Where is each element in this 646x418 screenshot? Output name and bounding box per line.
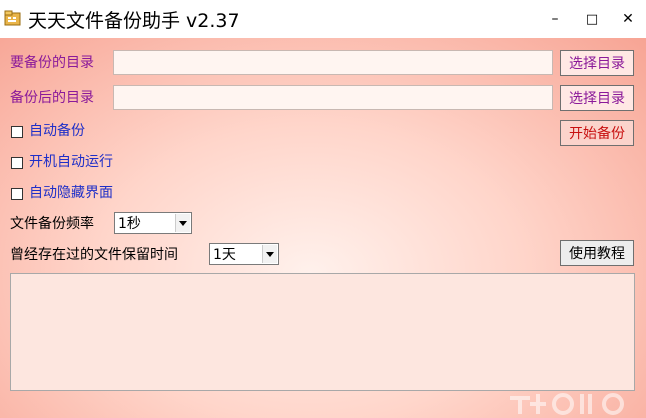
log-textarea[interactable] xyxy=(10,273,635,391)
frequency-value: 1秒 xyxy=(118,216,141,232)
frequency-label: 文件备份频率 xyxy=(10,216,94,232)
choose-dest-dir-button[interactable]: 选择目录 xyxy=(560,85,634,111)
source-dir-input[interactable] xyxy=(113,50,553,75)
auto-backup-checkbox[interactable] xyxy=(11,126,23,138)
retention-value: 1天 xyxy=(213,247,236,263)
retention-label: 曾经存在过的文件保留时间 xyxy=(10,247,178,263)
autostart-checkbox[interactable] xyxy=(11,157,23,169)
auto-hide-checkbox[interactable] xyxy=(11,188,23,200)
close-icon: ✕ xyxy=(622,11,634,27)
dropdown-arrow-icon xyxy=(175,214,190,232)
window-title: 天天文件备份助手 v2.37 xyxy=(28,10,240,32)
autostart-label[interactable]: 开机自动运行 xyxy=(29,152,113,172)
retention-select[interactable]: 1天 xyxy=(209,243,279,265)
source-dir-label: 要备份的目录 xyxy=(10,55,94,71)
title-bar[interactable]: 天天文件备份助手 v2.37 – □ ✕ xyxy=(0,0,646,38)
dropdown-arrow-icon xyxy=(262,245,277,263)
maximize-button[interactable]: □ xyxy=(574,0,610,38)
start-backup-button[interactable]: 开始备份 xyxy=(560,120,634,146)
watermark-logo xyxy=(510,393,624,415)
minimize-button[interactable]: – xyxy=(537,0,573,38)
dest-dir-input[interactable] xyxy=(113,85,553,110)
minimize-icon: – xyxy=(551,11,559,27)
app-icon xyxy=(4,10,21,26)
app-window: 天天文件备份助手 v2.37 – □ ✕ 要备份的目录 选择目录 备份后的目录 … xyxy=(0,0,646,418)
auto-backup-label[interactable]: 自动备份 xyxy=(29,121,85,141)
maximize-icon: □ xyxy=(585,11,599,27)
choose-source-dir-button[interactable]: 选择目录 xyxy=(560,50,634,76)
tutorial-button[interactable]: 使用教程 xyxy=(560,240,634,266)
frequency-select[interactable]: 1秒 xyxy=(114,212,192,234)
main-panel: 要备份的目录 选择目录 备份后的目录 选择目录 自动备份 开始备份 开机自动运行… xyxy=(0,38,646,418)
close-button[interactable]: ✕ xyxy=(610,0,646,38)
auto-hide-label[interactable]: 自动隐藏界面 xyxy=(29,183,113,203)
dest-dir-label: 备份后的目录 xyxy=(10,90,94,106)
